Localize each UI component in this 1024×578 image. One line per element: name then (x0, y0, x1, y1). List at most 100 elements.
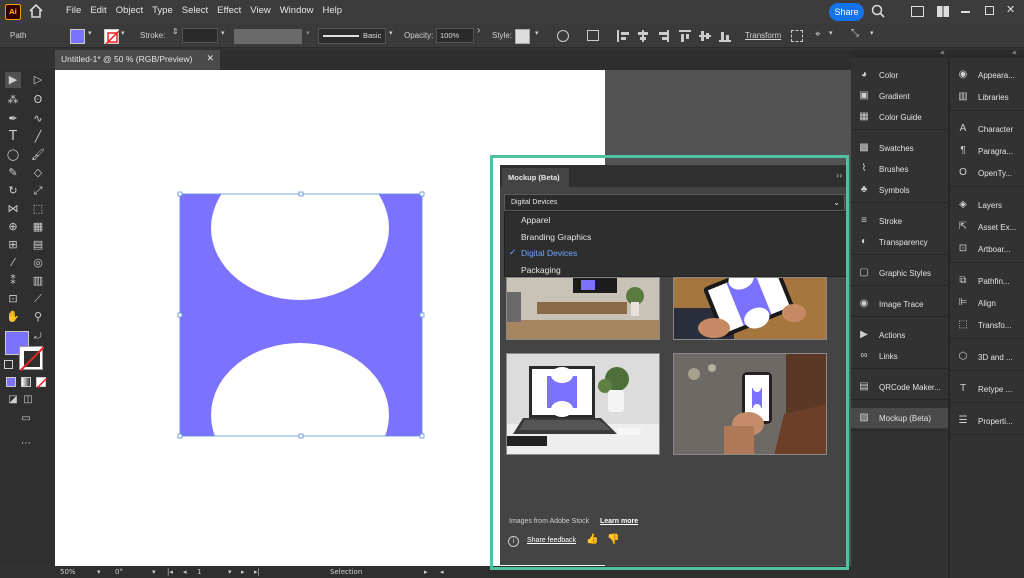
panel-item-appeara[interactable]: ◉ Appeara... (950, 65, 1024, 85)
gradient-mode-icon[interactable] (21, 377, 31, 387)
perspective-grid-tool-icon[interactable]: ▦ (30, 219, 46, 235)
brush-definition-field[interactable]: Basic (318, 28, 386, 44)
workspace-switcher-icon[interactable] (937, 6, 949, 17)
panel-item-3d-and[interactable]: ⬡ 3D and ... (950, 347, 1024, 367)
direct-selection-tool-icon[interactable]: ▷ (30, 72, 46, 88)
default-fill-stroke-icon[interactable] (4, 360, 13, 369)
panel-item-color[interactable]: ◕ Color (851, 65, 948, 85)
panel-item-pathfin[interactable]: ⧉ Pathfin... (950, 271, 1024, 291)
screen-mode-icon[interactable]: ▭ (18, 411, 34, 427)
align-center-icon[interactable] (637, 30, 649, 42)
type-tool-icon[interactable]: T (5, 129, 21, 145)
maximize-button[interactable] (985, 6, 994, 15)
recolor-artwork-icon[interactable] (557, 30, 569, 42)
chevron-right-icon[interactable]: › (477, 25, 480, 36)
width-tool-icon[interactable]: ⋈ (5, 201, 21, 217)
close-tab-icon[interactable]: ✕ (206, 53, 214, 64)
panel-item-stroke[interactable]: ≡ Stroke (851, 211, 948, 231)
chevron-down-icon[interactable]: ▾ (152, 568, 156, 576)
magic-wand-tool-icon[interactable]: ⁂ (5, 92, 21, 108)
transform-button[interactable]: Transform (745, 31, 781, 40)
panel-item-gradient[interactable]: ▣ Gradient (851, 86, 948, 106)
draw-mode-icon[interactable]: ◪ (5, 392, 21, 408)
zoom-level[interactable]: 50% (60, 568, 76, 576)
variable-width-profile[interactable] (234, 29, 302, 44)
stroke-weight-field[interactable] (182, 28, 218, 43)
chevron-down-icon[interactable]: ▾ (829, 29, 833, 37)
chevron-down-icon[interactable]: ▾ (121, 29, 125, 37)
panel-item-asset-ex[interactable]: ⇱ Asset Ex... (950, 217, 1024, 237)
menu-item-file[interactable]: File (66, 5, 81, 16)
align-to-icon[interactable] (587, 30, 599, 41)
last-artboard-icon[interactable]: ▸| (254, 568, 260, 576)
menu-item-view[interactable]: View (250, 5, 270, 16)
pen-tool-icon[interactable]: ✒ (5, 111, 21, 127)
panel-item-actions[interactable]: ▶ Actions (851, 325, 948, 345)
collapse-panels-icon[interactable]: « (940, 48, 945, 57)
first-artboard-icon[interactable]: |◂ (167, 568, 173, 576)
menu-item-type[interactable]: Type (152, 5, 173, 16)
panel-item-transparency[interactable]: ◐ Transparency (851, 232, 948, 252)
align-middle-icon[interactable] (699, 30, 711, 42)
eraser-tool-icon[interactable]: ◇ (30, 165, 46, 181)
rotation-value[interactable]: 0° (115, 568, 123, 576)
menu-item-help[interactable]: Help (323, 5, 343, 16)
next-artboard-icon[interactable]: ▸ (241, 568, 245, 576)
panel-item-image-trace[interactable]: ◉ Image Trace (851, 294, 948, 314)
graphic-style-swatch[interactable] (515, 29, 530, 44)
color-mode-icon[interactable] (6, 377, 16, 387)
chevron-down-icon[interactable]: ▾ (97, 568, 101, 576)
opacity-field[interactable]: 100% (436, 28, 474, 43)
search-icon[interactable] (871, 4, 885, 21)
status-menu-icon[interactable]: ▸ (424, 568, 428, 576)
align-right-icon[interactable] (657, 30, 669, 42)
previous-artboard-icon[interactable]: ◂ (183, 568, 187, 576)
collapse-panels-icon[interactable]: « (1012, 48, 1017, 57)
panel-item-character[interactable]: A Character (950, 119, 1024, 139)
artboard-tool-icon[interactable]: ⊡ (5, 291, 21, 307)
gradient-tool-icon[interactable]: ▤ (30, 237, 46, 253)
stroke-swatch[interactable] (19, 346, 45, 372)
ellipse-tool-icon[interactable]: ◯ (5, 147, 21, 163)
rotate-tool-icon[interactable]: ↻ (5, 183, 21, 199)
panel-item-artboar[interactable]: ⊡ Artboar... (950, 239, 1024, 259)
panel-item-qrcode-maker[interactable]: ▤ QRCode Maker... (851, 377, 948, 397)
puppet-warp-icon[interactable]: ⤡ (851, 28, 859, 39)
menu-item-window[interactable]: Window (280, 5, 314, 16)
panel-item-mockup-beta[interactable]: ▨ Mockup (Beta) (851, 408, 948, 428)
blend-tool-icon[interactable]: ◎ (30, 255, 46, 271)
more-tools-icon[interactable]: ⋯ (18, 436, 34, 452)
panel-item-openty[interactable]: O OpenTy... (950, 163, 1024, 183)
transform-options-icon[interactable]: ⌖ (815, 29, 821, 40)
stroke-color-swatch[interactable] (104, 29, 120, 45)
chevron-down-icon[interactable]: ▾ (870, 29, 874, 37)
align-top-icon[interactable] (679, 30, 691, 42)
arrange-documents-icon[interactable] (911, 6, 924, 17)
zoom-tool-icon[interactable]: ⚲ (30, 309, 46, 325)
fill-color-swatch[interactable] (70, 29, 85, 44)
slice-tool-icon[interactable]: ⟋ (30, 291, 46, 307)
column-graph-tool-icon[interactable]: ▥ (30, 273, 46, 289)
chevron-down-icon[interactable]: ▾ (389, 29, 393, 37)
chevron-down-icon[interactable]: ▾ (306, 29, 310, 37)
stepper-icon[interactable]: ⇕ (172, 27, 179, 36)
hand-tool-icon[interactable]: ✋ (5, 309, 21, 325)
line-tool-icon[interactable]: ╱ (30, 129, 46, 145)
symbol-sprayer-tool-icon[interactable]: ⁑ (5, 273, 21, 289)
panel-item-symbols[interactable]: ♣ Symbols (851, 180, 948, 200)
chevron-down-icon[interactable]: ▾ (535, 29, 539, 37)
panel-item-align[interactable]: ⊫ Align (950, 293, 1024, 313)
isolate-icon[interactable] (791, 30, 803, 42)
menu-item-effect[interactable]: Effect (217, 5, 241, 16)
panel-item-color-guide[interactable]: ▦ Color Guide (851, 107, 948, 127)
panel-item-paragra[interactable]: ¶ Paragra... (950, 141, 1024, 161)
shaper-tool-icon[interactable]: ✎ (5, 165, 21, 181)
lasso-tool-icon[interactable]: ʘ (30, 92, 46, 108)
menu-item-edit[interactable]: Edit (90, 5, 106, 16)
eyedropper-tool-icon[interactable]: ⁄ (5, 255, 21, 271)
chevron-down-icon[interactable]: ▾ (221, 29, 225, 37)
draw-behind-icon[interactable]: ◫ (20, 392, 36, 408)
panel-item-links[interactable]: ∞ Links (851, 346, 948, 366)
panel-item-brushes[interactable]: ⌇ Brushes (851, 159, 948, 179)
home-icon[interactable] (29, 3, 43, 18)
